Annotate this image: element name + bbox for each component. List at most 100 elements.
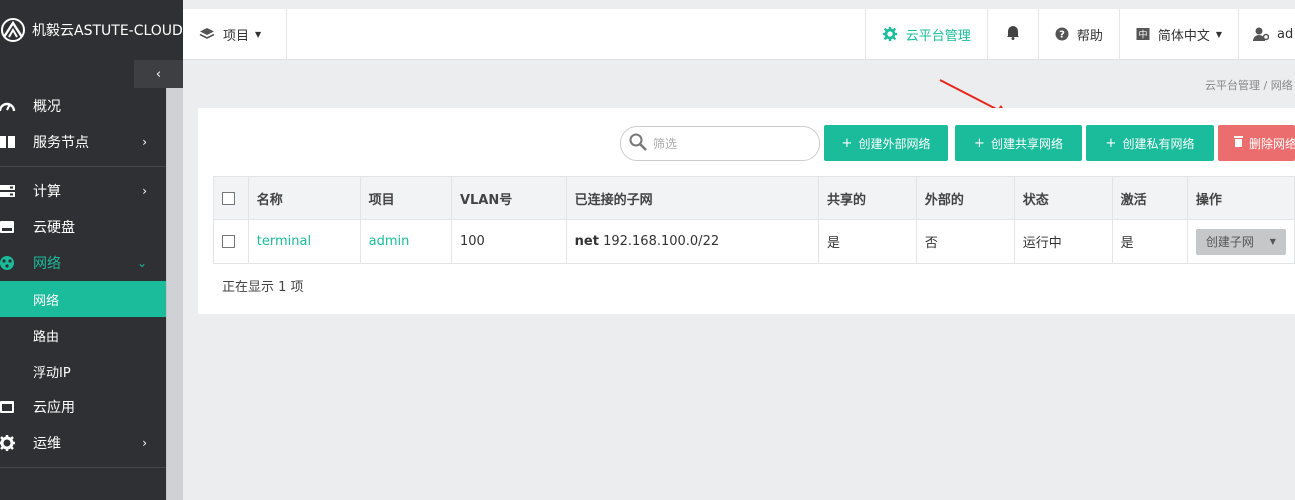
- chevron-right-icon: ›: [142, 135, 147, 149]
- cell-vlan: 100: [450, 219, 567, 264]
- column-header-shared[interactable]: 共享的: [818, 176, 917, 220]
- sidebar-item-service-nodes[interactable]: 服务节点 ›: [0, 124, 183, 160]
- sidebar-item-volumes[interactable]: 云硬盘: [0, 209, 183, 245]
- sidebar-subitem-floating-ip[interactable]: 浮动IP: [0, 353, 183, 389]
- cell-active: 是: [1111, 219, 1188, 264]
- language-label: 简体中文: [1157, 28, 1210, 44]
- row-checkbox[interactable]: [222, 235, 235, 248]
- sidebar-item-cloud-apps[interactable]: 云应用: [0, 389, 183, 425]
- cell-status: 运行中: [1013, 219, 1113, 264]
- create-shared-network-button[interactable]: + 创建共享网络: [955, 125, 1082, 161]
- user-menu[interactable]: ad: [1238, 9, 1295, 59]
- project-link[interactable]: admin: [369, 234, 410, 249]
- button-label: 创建子网: [1205, 235, 1254, 249]
- language-dropdown[interactable]: 中 简体中文 ▼: [1118, 9, 1238, 59]
- user-name: ad: [1277, 26, 1294, 42]
- table-row: terminal admin 100 net 192.168.100.0/22 …: [213, 219, 1295, 264]
- cog-icon: [882, 26, 898, 42]
- delete-network-button[interactable]: 删除网络: [1218, 125, 1295, 161]
- help-link[interactable]: ? 帮助: [1037, 9, 1119, 59]
- filter-input[interactable]: [653, 136, 803, 151]
- column-header-vlan[interactable]: VLAN号: [450, 176, 567, 220]
- column-header-external[interactable]: 外部的: [915, 176, 1015, 220]
- caret-down-icon: ▼: [1215, 29, 1222, 39]
- cell-project: admin: [359, 219, 452, 264]
- chevron-right-icon: ›: [142, 184, 147, 198]
- project-dropdown[interactable]: 项目 ▼: [183, 9, 287, 59]
- chevron-right-icon: ›: [142, 436, 147, 450]
- drive-icon: [0, 218, 18, 236]
- cell-actions: 创建子网 ▼: [1186, 219, 1295, 264]
- cloud-admin-label: 云平台管理: [905, 28, 971, 44]
- network-name-link[interactable]: terminal: [257, 234, 311, 249]
- button-label: 创建私有网络: [1122, 136, 1195, 151]
- select-all-checkbox[interactable]: [222, 191, 235, 205]
- bell-icon: [1006, 24, 1020, 44]
- logo-mountain-icon: [0, 15, 26, 45]
- sidebar-item-overview[interactable]: 概况: [0, 88, 183, 124]
- notifications-button[interactable]: [986, 9, 1038, 59]
- divider: [0, 166, 183, 167]
- networks-table: 名称 项目 VLAN号 已连接的子网 共享的 外部的 状态 激活 操作 term…: [213, 176, 1295, 264]
- divider: [0, 467, 183, 468]
- help-label: 帮助: [1076, 28, 1103, 44]
- language-icon: 中: [1136, 27, 1150, 41]
- subnet-cidr: 192.168.100.0/22: [603, 234, 720, 249]
- caret-down-icon: ▼: [1269, 237, 1276, 246]
- sidebar-item-label: 运维: [33, 436, 61, 452]
- layers-icon: [199, 27, 215, 41]
- create-external-network-button[interactable]: + 创建外部网络: [824, 125, 948, 161]
- topbar-gap: [183, 0, 1295, 9]
- sidebar-item-label: 网络: [33, 293, 60, 309]
- sidebar-item-network[interactable]: 网络 ⌄: [0, 245, 183, 281]
- gear-icon: [0, 434, 18, 452]
- cell-name: terminal: [247, 219, 361, 264]
- cell-shared: 是: [818, 219, 917, 264]
- sidebar-item-compute[interactable]: 计算 ›: [0, 173, 183, 209]
- brand-name: 机毅云ASTUTE-CLOUD: [32, 23, 183, 39]
- network-submenu: 网络 路由 浮动IP: [0, 281, 183, 389]
- sidebar-item-label: 概况: [33, 99, 61, 115]
- button-label: 创建外部网络: [858, 136, 931, 151]
- cloud-admin-link[interactable]: 云平台管理: [864, 9, 987, 59]
- cell-subnets: net 192.168.100.0/22: [565, 219, 820, 264]
- sidebar-item-label: 云硬盘: [33, 220, 75, 236]
- filter-box[interactable]: [620, 126, 820, 161]
- column-header-project[interactable]: 项目: [359, 176, 452, 220]
- button-label: 创建共享网络: [990, 136, 1063, 151]
- search-icon: [629, 133, 647, 155]
- sidebar-item-label: 浮动IP: [33, 365, 71, 381]
- column-header-status[interactable]: 状态: [1013, 176, 1113, 220]
- network-icon: [0, 254, 18, 272]
- column-header-name[interactable]: 名称: [247, 176, 361, 220]
- sidebar-item-label: 服务节点: [33, 135, 89, 151]
- user-icon: [1253, 26, 1269, 42]
- button-label: 删除网络: [1249, 136, 1295, 151]
- create-private-network-button[interactable]: + 创建私有网络: [1086, 125, 1214, 161]
- table-header-row: 名称 项目 VLAN号 已连接的子网 共享的 外部的 状态 激活 操作: [213, 176, 1295, 220]
- trash-icon: [1234, 135, 1243, 151]
- sidebar-item-label: 网络: [33, 256, 61, 272]
- column-header-actions: 操作: [1186, 176, 1295, 220]
- logo[interactable]: 机毅云ASTUTE-CLOUD: [0, 0, 183, 60]
- svg-text:?: ?: [1059, 30, 1065, 41]
- sidebar-item-ops[interactable]: 运维 ›: [0, 425, 183, 461]
- sidebar-item-label: 计算: [33, 184, 61, 200]
- plus-icon: +: [974, 135, 985, 151]
- breadcrumb: 云平台管理 / 网络: [1205, 79, 1293, 92]
- sidebar-collapse-button[interactable]: ‹: [134, 60, 183, 88]
- sidebar-scrollbar[interactable]: [166, 88, 183, 500]
- sidebar-subitem-routers[interactable]: 路由: [0, 317, 183, 353]
- column-header-subnets[interactable]: 已连接的子网: [565, 176, 820, 220]
- plus-icon: +: [841, 135, 853, 151]
- project-label: 项目: [223, 28, 250, 44]
- sidebar: 机毅云ASTUTE-CLOUD ‹ 概况 服务节点 › 计算 › 云硬盘 网络 …: [0, 0, 183, 500]
- svg-text:中: 中: [1138, 29, 1147, 41]
- sidebar-menu: 概况 服务节点 › 计算 › 云硬盘 网络 ⌄ 网络 路由 浮动IP 云应用 运…: [0, 88, 183, 468]
- sidebar-subitem-networks[interactable]: 网络: [0, 281, 183, 317]
- column-header-active[interactable]: 激活: [1111, 176, 1188, 220]
- row-select-cell: [213, 219, 249, 264]
- create-subnet-button[interactable]: 创建子网 ▼: [1195, 228, 1286, 255]
- chevron-down-icon: ⌄: [136, 256, 147, 270]
- networks-panel: + 创建外部网络 + 创建共享网络 + 创建私有网络 删除网络 名称 项目 VL…: [198, 108, 1295, 314]
